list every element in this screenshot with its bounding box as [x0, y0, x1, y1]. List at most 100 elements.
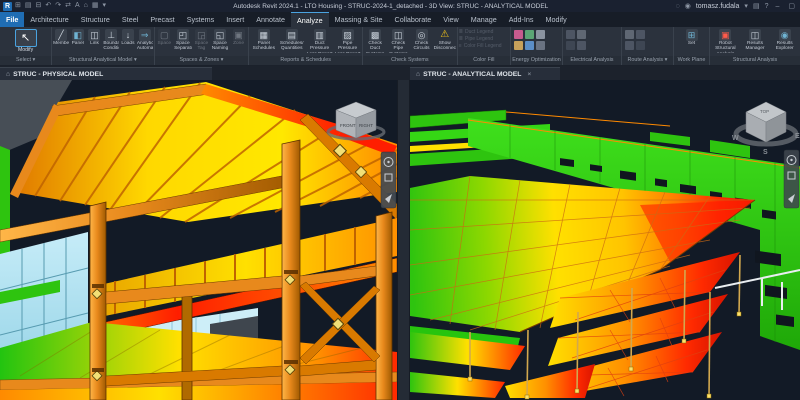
route-analysis-panel-label[interactable]: Route Analysis ▾ — [622, 56, 673, 65]
close-view-icon[interactable]: × — [527, 71, 531, 78]
navigation-bar[interactable] — [784, 150, 799, 208]
energy-optimization-panel-label[interactable]: Energy Optimization — [511, 56, 562, 65]
tab-massing-site[interactable]: Massing & Site — [329, 12, 389, 27]
tab-addins[interactable]: Add-Ins — [503, 12, 540, 27]
schedules-quantities-icon: ▤ — [286, 29, 298, 41]
energy-tool-icon[interactable] — [525, 41, 534, 50]
view-tab-physical-model[interactable]: ⌂ STRUC - PHYSICAL MODEL — [0, 67, 212, 80]
select-panel-label[interactable]: Select ▾ — [0, 56, 51, 65]
panel-select: ↖ Modify Select ▾ — [0, 27, 52, 65]
undo-icon[interactable]: ↶ — [45, 0, 51, 12]
duct-legend-button[interactable]: ≣ Duct Legend — [459, 29, 502, 35]
energy-tool-icon[interactable] — [514, 41, 523, 50]
duct-pressure-loss-report-button[interactable]: ▥ Duct Pressure Loss Report — [306, 28, 333, 53]
text-icon[interactable]: A — [75, 0, 80, 12]
electrical-tool-icon[interactable] — [566, 30, 575, 39]
space-separator-button[interactable]: ◰ Space Separator — [174, 28, 192, 53]
color-fill-legend-button[interactable]: ≡ Color Fill Legend — [459, 43, 502, 49]
tab-architecture[interactable]: Architecture — [24, 12, 74, 27]
open-icon[interactable]: ▤ — [25, 0, 32, 12]
check-systems-panel-label[interactable]: Check Systems — [363, 56, 457, 65]
check-pipe-systems-button[interactable]: ◫ Check Pipe Systems — [387, 28, 409, 53]
tab-analyze[interactable]: Analyze — [291, 12, 329, 27]
results-explorer-button[interactable]: ◉ Results Explorer — [770, 28, 799, 53]
viewcube-right-label: RIGHT — [359, 123, 373, 128]
check-duct-systems-button[interactable]: ▩ Check Duct Systems — [364, 28, 386, 53]
help-icon[interactable]: ? — [765, 3, 769, 10]
boundary-conditions-button[interactable]: ⊥ Boundary Conditions — [103, 28, 119, 53]
user-avatar-icon[interactable]: ◉ — [685, 2, 691, 10]
pipe-pressure-loss-report-button[interactable]: ▨ Pipe Pressure Loss Report — [334, 28, 361, 53]
default-3d-view-icon[interactable]: ⌂ — [84, 0, 88, 12]
print-icon[interactable]: ⊟ — [36, 0, 42, 12]
route-tool-icon[interactable] — [625, 41, 634, 50]
analytical-automation-button[interactable]: ⇒ Analytical Automation — [137, 28, 153, 53]
navigation-bar[interactable] — [381, 152, 396, 208]
tab-precast[interactable]: Precast — [144, 12, 180, 27]
panel-button[interactable]: ◧ Panel — [70, 28, 86, 53]
view-tab-analytical-model[interactable]: ⌂ STRUC - ANALYTICAL MODEL × — [410, 67, 560, 80]
pipe-legend-button[interactable]: ≣ Pipe Legend — [459, 36, 502, 42]
tab-systems[interactable]: Systems — [181, 12, 221, 27]
space-button[interactable]: ▢ Space — [156, 28, 174, 53]
duct-legend-icon: ≣ — [459, 29, 463, 35]
member-button[interactable]: ╱ Member — [53, 28, 69, 53]
user-caret-icon[interactable]: ▾ — [744, 2, 748, 10]
link-button[interactable]: ◫ Link — [87, 28, 103, 53]
electrical-tool-icon[interactable] — [577, 41, 586, 50]
signed-in-user[interactable]: tomasz.fudala — [696, 3, 740, 10]
tab-annotate[interactable]: Annotate — [250, 12, 291, 27]
zone-button[interactable]: ▣ Zone — [230, 28, 248, 53]
route-tool-icon[interactable] — [636, 41, 645, 50]
show-disconnects-button[interactable]: ⚠ Show Disconnects — [434, 28, 456, 53]
energy-tool-icon[interactable] — [525, 30, 534, 39]
space-tag-button[interactable]: ◲ Space Tag — [193, 28, 211, 53]
viewcube-south-label[interactable]: S — [763, 149, 768, 156]
redo-icon[interactable]: ↷ — [55, 0, 61, 12]
revit-logo-icon[interactable]: R — [3, 2, 12, 11]
tab-manage[interactable]: Manage — [465, 12, 503, 27]
physical-model-viewport[interactable]: FRONT RIGHT — [0, 80, 397, 400]
app-store-icon[interactable]: ▤ — [753, 2, 760, 10]
electrical-tool-icon[interactable] — [566, 41, 575, 50]
tab-steel[interactable]: Steel — [116, 12, 144, 27]
analytical-model-viewport[interactable]: W S E TOP — [410, 80, 800, 400]
panel-schedules-button[interactable]: ▦ Panel Schedules — [250, 28, 277, 53]
tab-file[interactable]: File — [0, 12, 24, 27]
energy-tool-icon[interactable] — [536, 30, 545, 39]
loads-button[interactable]: ↓ Loads — [120, 28, 136, 53]
tab-modify[interactable]: Modify — [540, 12, 573, 27]
space-naming-button[interactable]: ◱ Space Naming — [211, 28, 229, 53]
check-circuits-button[interactable]: ◎ Check Circuits — [410, 28, 432, 53]
search-icon[interactable]: ◌ — [676, 3, 680, 10]
tab-view[interactable]: View — [437, 12, 464, 27]
results-manager-button[interactable]: ◫ Results Manager — [741, 28, 770, 53]
color-fill-panel-label[interactable]: Color Fill — [458, 56, 510, 65]
electrical-tool-icon[interactable] — [577, 30, 586, 39]
energy-tool-icon[interactable] — [536, 41, 545, 50]
route-tool-icon[interactable] — [625, 30, 634, 39]
save-icon[interactable]: ⊞ — [15, 0, 21, 12]
robot-structural-analysis-button[interactable]: ▣ Robot Structural Analysis — [711, 28, 740, 53]
structural-analysis-panel-label[interactable]: Structural Analysis — [710, 56, 800, 65]
tab-collaborate[interactable]: Collaborate — [389, 12, 438, 27]
work-plane-panel-label[interactable]: Work Plane — [674, 56, 709, 65]
set-work-plane-button[interactable]: ⊞ Set — [675, 28, 708, 53]
tab-insert[interactable]: Insert — [220, 12, 250, 27]
viewcube-west-label[interactable]: W — [732, 135, 739, 142]
viewport-divider[interactable] — [397, 80, 410, 400]
modify-button[interactable]: ↖ Modify — [11, 29, 41, 53]
restore-button[interactable]: ▢ — [786, 2, 797, 10]
tab-structure[interactable]: Structure — [75, 12, 116, 27]
viewcube-east-label[interactable]: E — [795, 133, 800, 140]
measure-icon[interactable]: ⇄ — [65, 0, 71, 12]
schedules-quantities-button[interactable]: ▤ Schedules/ Quantities — [278, 28, 305, 53]
schedule-icon[interactable]: ▦ — [92, 0, 99, 12]
sam-panel-label[interactable]: Structural Analytical Model ▾ — [52, 56, 153, 65]
reports-schedules-panel-label[interactable]: Reports & Schedules — [249, 56, 362, 65]
minimize-button[interactable]: – — [773, 3, 781, 10]
route-tool-icon[interactable] — [636, 30, 645, 39]
spaces-zones-panel-label[interactable]: Spaces & Zones ▾ — [155, 56, 249, 65]
energy-tool-icon[interactable] — [514, 30, 523, 39]
electrical-analysis-panel-label[interactable]: Electrical Analysis — [563, 56, 621, 65]
